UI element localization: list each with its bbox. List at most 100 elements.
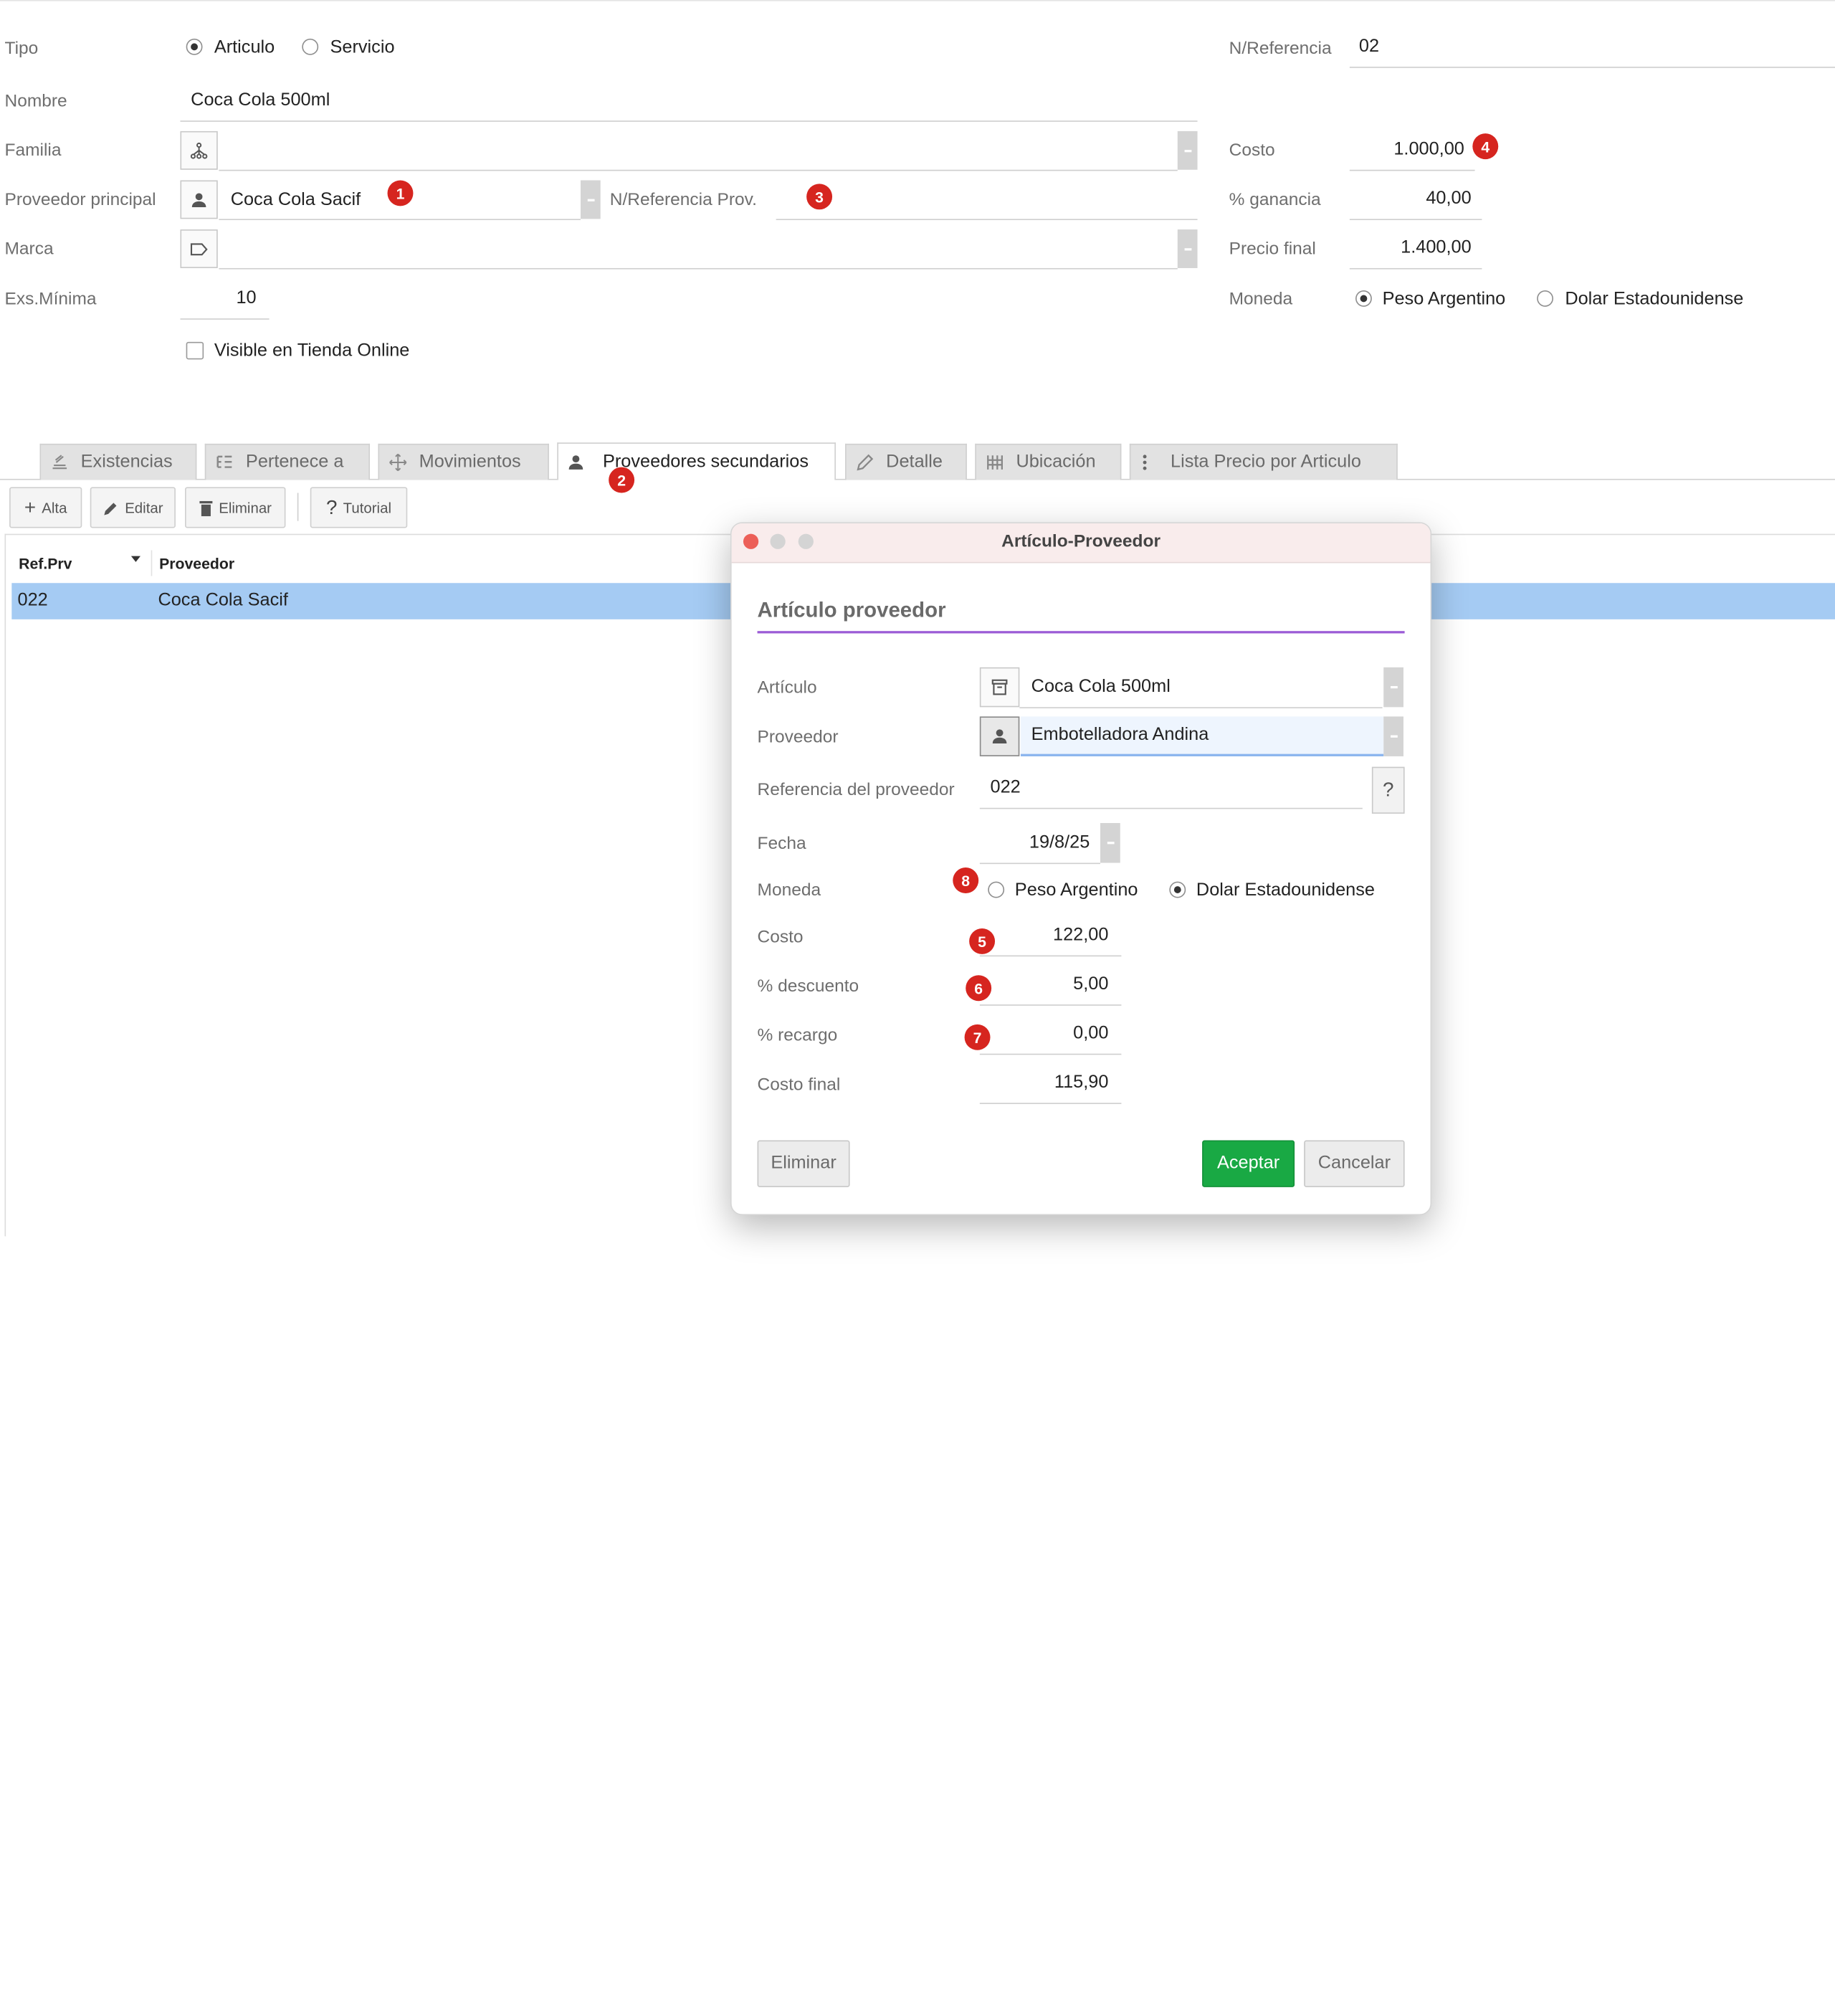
tab-ubicacion[interactable]: Ubicación [975, 443, 1122, 480]
tipo-articulo-label: Articulo [214, 37, 275, 58]
eliminar-toolbar-button[interactable]: Eliminar [185, 487, 286, 528]
exs-minima-field[interactable]: 10 [180, 277, 270, 320]
heading-underline [757, 631, 1405, 634]
proveedor-icon-button[interactable] [180, 180, 218, 219]
column-divider [151, 550, 153, 576]
tipo-servicio-label: Servicio [330, 37, 395, 58]
cancelar-button[interactable]: Cancelar [1304, 1140, 1405, 1187]
tipo-servicio-radio[interactable] [302, 38, 319, 55]
tab-detalle[interactable]: Detalle [845, 443, 967, 480]
more-vertical-icon [1143, 455, 1147, 470]
familia-field[interactable] [219, 131, 1178, 171]
precio-final-value: 1.400,00 [1401, 237, 1472, 258]
marca-field[interactable] [219, 229, 1178, 270]
dlg-costo-field[interactable]: 122,00 [979, 916, 1122, 957]
marca-icon-button[interactable] [180, 229, 218, 268]
col-proveedor-header[interactable]: Proveedor [159, 555, 234, 572]
nombre-value: Coca Cola 500ml [191, 90, 330, 110]
nombre-field[interactable]: Coca Cola 500ml [180, 80, 1198, 122]
exs-minima-label: Exs.Mínima [4, 289, 97, 310]
marker-8: 8 [953, 867, 979, 893]
top-divider [0, 0, 1835, 1]
tab-movimientos[interactable]: Movimientos [378, 443, 549, 480]
precio-final-field[interactable]: 1.400,00 [1349, 227, 1482, 270]
tab-movimientos-label: Movimientos [419, 452, 521, 472]
tree-icon [216, 455, 232, 468]
dlg-moneda-peso-radio[interactable] [988, 881, 1005, 898]
familia-dropdown[interactable] [1177, 130, 1198, 170]
visible-online-checkbox[interactable] [186, 341, 204, 360]
help-icon: ? [326, 495, 338, 518]
recargo-value: 0,00 [1073, 1023, 1109, 1044]
costo-field[interactable]: 1.000,00 [1349, 129, 1475, 171]
tab-proveedores-secundarios[interactable]: Proveedores secundarios [557, 442, 836, 480]
tab-detalle-label: Detalle [886, 452, 943, 472]
proveedor-principal-label: Proveedor principal [4, 189, 156, 210]
descuento-value: 5,00 [1073, 974, 1109, 994]
articulo-dropdown[interactable] [1383, 667, 1403, 708]
marker-4: 4 [1472, 133, 1499, 160]
editar-button[interactable]: Editar [90, 487, 176, 528]
proveedor-principal-dropdown[interactable] [580, 180, 601, 219]
dlg-moneda-dolar-label: Dolar Estadounidense [1196, 880, 1376, 900]
familia-icon-button[interactable] [180, 130, 218, 170]
nref-prov-field[interactable] [776, 180, 1198, 221]
dlg-costo-value: 122,00 [1053, 925, 1109, 945]
moneda-peso-radio[interactable] [1355, 290, 1372, 307]
referencia-field[interactable]: 022 [979, 768, 1363, 809]
marker-2: 2 [609, 467, 635, 493]
referencia-label: Referencia del proveedor [757, 779, 955, 800]
costo-final-field: 115,90 [979, 1063, 1122, 1104]
dlg-moneda-peso-label: Peso Argentino [1014, 880, 1138, 900]
proveedor-field[interactable]: Embotelladora Andina [1020, 716, 1384, 756]
alta-button[interactable]: + Alta [9, 487, 82, 528]
archive-icon [991, 679, 1008, 695]
sort-desc-icon[interactable] [130, 556, 140, 562]
ganancia-field[interactable]: 40,00 [1349, 178, 1482, 221]
descuento-field[interactable]: 5,00 [979, 965, 1122, 1006]
proveedor-dropdown[interactable] [1383, 716, 1403, 756]
fecha-field[interactable]: 19/8/25 [979, 823, 1101, 865]
articulo-icon-button[interactable] [979, 667, 1020, 708]
moneda-peso-label: Peso Argentino [1382, 289, 1506, 310]
proveedor-icon-button[interactable] [979, 716, 1020, 756]
recargo-label: % recargo [757, 1025, 838, 1046]
tab-existencias[interactable]: Existencias [39, 443, 197, 480]
plus-icon: + [24, 495, 37, 518]
marca-dropdown[interactable] [1177, 229, 1198, 268]
recargo-field[interactable]: 0,00 [979, 1014, 1122, 1055]
row-proveedor-cell: Coca Cola Sacif [158, 590, 288, 610]
alta-label: Alta [42, 499, 67, 516]
costo-final-label: Costo final [757, 1075, 841, 1095]
warehouse-icon [987, 455, 1003, 470]
tab-proveedores-label: Proveedores secundarios [602, 451, 809, 472]
fecha-dropdown[interactable] [1100, 822, 1120, 863]
row-ref-cell: 022 [17, 590, 48, 610]
tipo-label: Tipo [4, 38, 39, 59]
articulo-label: Artículo [757, 677, 817, 698]
dlg-moneda-dolar-radio[interactable] [1169, 881, 1186, 898]
col-ref-header[interactable]: Ref.Prv [19, 555, 72, 572]
trash-icon [199, 500, 213, 516]
aceptar-button[interactable]: Aceptar [1202, 1140, 1295, 1187]
tipo-articulo-radio[interactable] [186, 38, 203, 55]
tab-existencias-label: Existencias [80, 452, 173, 472]
nreferencia-value: 02 [1358, 36, 1380, 57]
moneda-dolar-radio[interactable] [1537, 290, 1553, 307]
marker-1: 1 [387, 180, 414, 206]
costo-final-value: 115,90 [1054, 1072, 1109, 1093]
tab-lista-precio[interactable]: Lista Precio por Articulo [1129, 443, 1398, 480]
layers-icon [52, 455, 67, 470]
tab-pertenece[interactable]: Pertenece a [204, 443, 371, 480]
nreferencia-field[interactable]: 02 [1349, 26, 1835, 68]
ganancia-label: % ganancia [1229, 189, 1321, 210]
main-window: Tipo Articulo Servicio N/Referencia 02 N… [0, 0, 1835, 2016]
tab-pertenece-label: Pertenece a [245, 452, 344, 472]
eliminar-toolbar-label: Eliminar [219, 499, 272, 516]
articulo-field[interactable]: Coca Cola 500ml [1019, 667, 1383, 708]
eliminar-button[interactable]: Eliminar [757, 1140, 850, 1187]
help-button[interactable]: ? [1371, 766, 1405, 814]
articulo-value: Coca Cola 500ml [1031, 676, 1171, 697]
exs-minima-value: 10 [236, 287, 257, 308]
tutorial-button[interactable]: ? Tutorial [310, 487, 408, 528]
